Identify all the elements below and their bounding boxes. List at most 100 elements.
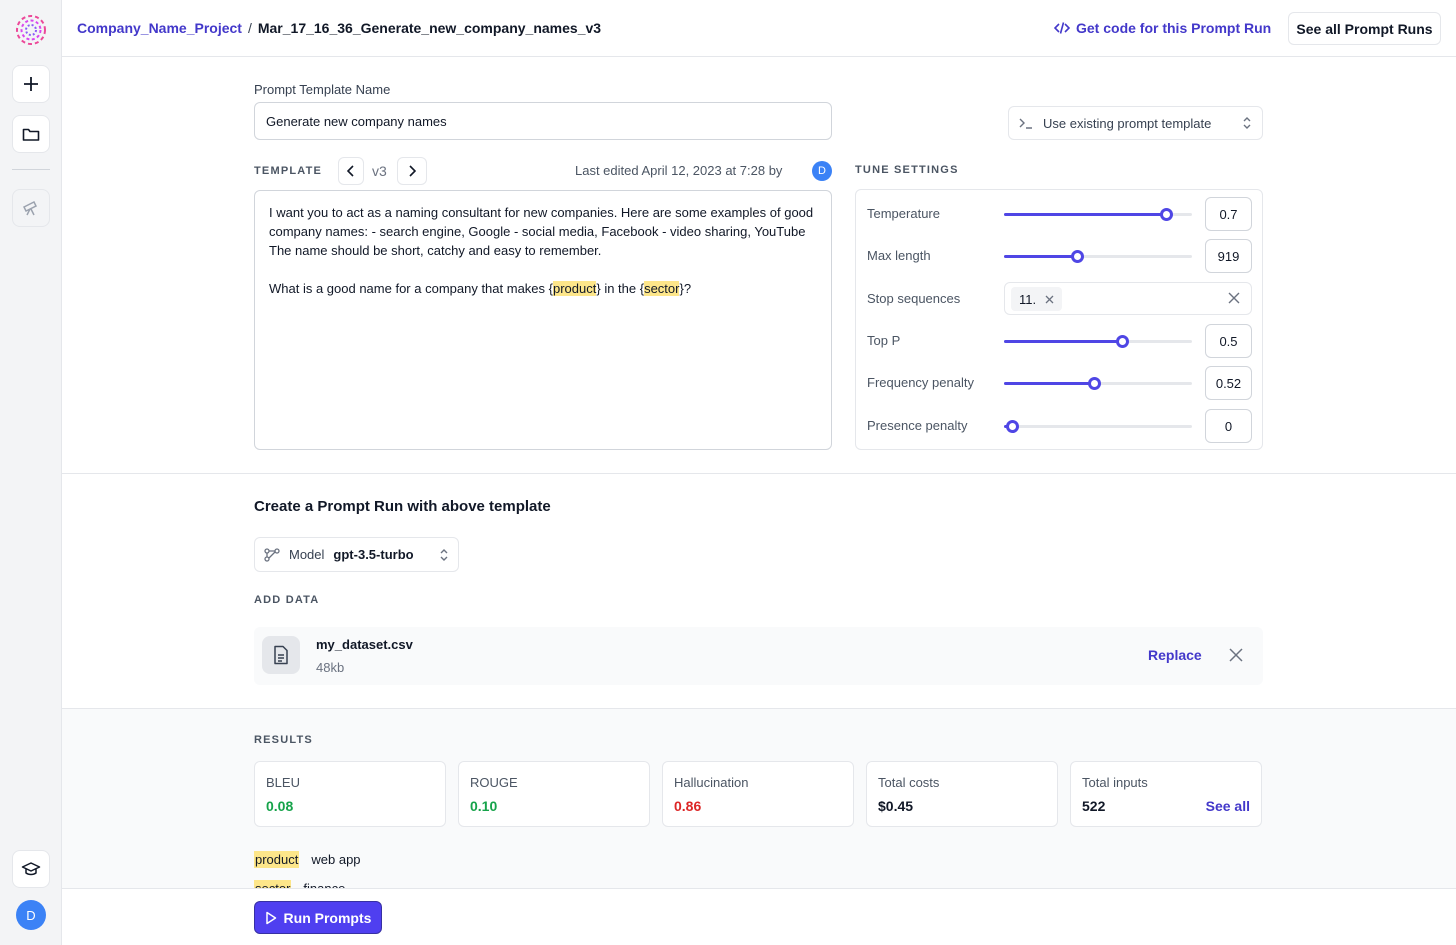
variable-value: web app <box>311 852 361 867</box>
telescope-icon <box>22 200 38 216</box>
file-size: 48kb <box>316 660 345 675</box>
see-all-prompt-runs-button[interactable]: See all Prompt Runs <box>1288 12 1441 45</box>
play-icon <box>265 911 276 924</box>
max-length-label: Max length <box>867 248 931 263</box>
terminal-icon <box>1019 118 1032 129</box>
temperature-row: Temperature 0.7 <box>856 197 1264 231</box>
rouge-value: 0.10 <box>470 798 498 814</box>
breadcrumb: Company_Name_Project / Mar_17_16_36_Gene… <box>77 20 601 36</box>
logo-icon[interactable] <box>14 13 48 47</box>
model-value: gpt-3.5-turbo <box>333 547 414 562</box>
code-icon <box>1054 22 1070 34</box>
template-version: v3 <box>372 163 387 179</box>
footer: Run Prompts <box>62 888 1456 945</box>
slider-thumb[interactable] <box>1005 420 1019 433</box>
frequency-penalty-row: Frequency penalty 0.52 <box>856 366 1264 400</box>
model-icon <box>264 547 280 562</box>
editor-avatar: D <box>812 161 832 181</box>
file-name: my_dataset.csv <box>316 637 413 652</box>
slider-thumb[interactable] <box>1116 335 1130 348</box>
remove-file-icon[interactable] <box>1228 647 1244 663</box>
sidebar-divider <box>12 169 50 170</box>
chevron-up-down-icon <box>440 548 448 561</box>
frequency-penalty-label: Frequency penalty <box>867 375 974 390</box>
template-heading: TEMPLATE <box>254 165 323 177</box>
presence-penalty-row: Presence penalty 0 <box>856 409 1264 443</box>
next-version-button[interactable] <box>397 157 427 185</box>
template-editor[interactable]: I want you to act as a naming consultant… <box>254 190 832 450</box>
presence-penalty-label: Presence penalty <box>867 418 968 433</box>
rouge-card: ROUGE 0.10 <box>458 761 650 827</box>
projects-button[interactable] <box>12 115 50 153</box>
get-code-label: Get code for this Prompt Run <box>1076 20 1272 36</box>
temperature-value-input[interactable]: 0.7 <box>1205 197 1252 231</box>
stop-sequences-row: Stop sequences 11. <box>856 282 1264 316</box>
temperature-label: Temperature <box>867 206 940 221</box>
max-length-row: Max length 919 <box>856 239 1264 273</box>
slider-thumb[interactable] <box>1088 377 1102 390</box>
breadcrumb-run-name: Mar_17_16_36_Generate_new_company_names_… <box>257 20 602 36</box>
top-p-label: Top P <box>867 333 901 348</box>
max-length-value-input[interactable]: 919 <box>1205 239 1252 273</box>
model-select[interactable]: Model gpt-3.5-turbo <box>254 537 459 572</box>
new-button[interactable] <box>12 65 50 103</box>
variable-row: sector finance <box>254 880 345 888</box>
graduation-cap-icon <box>21 862 41 876</box>
explore-button[interactable] <box>12 189 50 227</box>
slider-thumb[interactable] <box>1071 250 1085 263</box>
hallucination-card: Hallucination 0.86 <box>662 761 854 827</box>
presence-penalty-slider[interactable] <box>1004 420 1192 433</box>
model-label: Model <box>289 547 325 562</box>
bleu-card: BLEU 0.08 <box>254 761 446 827</box>
chevron-up-down-icon <box>1243 117 1251 129</box>
stop-sequence-chip: 11. <box>1011 287 1063 311</box>
see-all-inputs-link[interactable]: See all <box>1206 798 1250 814</box>
hallucination-label: Hallucination <box>674 775 749 790</box>
rouge-label: ROUGE <box>470 775 518 790</box>
total-costs-card: Total costs $0.45 <box>866 761 1058 827</box>
sidebar: D <box>0 0 62 945</box>
presence-penalty-value-input[interactable]: 0 <box>1205 409 1252 443</box>
stop-sequences-input[interactable]: 11. <box>1004 282 1252 315</box>
run-prompts-button[interactable]: Run Prompts <box>254 901 382 934</box>
variable-value: finance <box>303 881 345 888</box>
hallucination-value: 0.86 <box>674 798 702 814</box>
learn-button[interactable] <box>12 850 50 888</box>
variable-key: sector <box>254 880 292 888</box>
top-p-row: Top P 0.5 <box>856 324 1264 358</box>
create-run-title: Create a Prompt Run with above template <box>254 498 551 515</box>
results-section: RESULTS BLEU 0.08 ROUGE 0.10 Hallucinati… <box>62 708 1456 888</box>
template-line-2: What is a good name for a company that m… <box>269 281 692 296</box>
chip-remove-icon[interactable] <box>1045 295 1054 304</box>
top-p-value-input[interactable]: 0.5 <box>1205 324 1252 358</box>
variable-row: product web app <box>254 851 361 868</box>
frequency-penalty-value-input[interactable]: 0.52 <box>1205 366 1252 400</box>
use-existing-template-select[interactable]: Use existing prompt template <box>1008 106 1263 140</box>
top-p-slider[interactable] <box>1004 335 1192 348</box>
slider-thumb[interactable] <box>1159 208 1173 221</box>
max-length-slider[interactable] <box>1004 250 1192 263</box>
header: Company_Name_Project / Mar_17_16_36_Gene… <box>62 0 1456 57</box>
dataset-file-row: my_dataset.csv 48kb Replace <box>254 627 1263 685</box>
previous-version-button[interactable] <box>338 157 364 185</box>
template-name-input[interactable]: Generate new company names <box>254 102 832 140</box>
template-variable-sector: sector <box>644 281 680 296</box>
use-existing-label: Use existing prompt template <box>1043 115 1212 131</box>
last-edited-text: Last edited April 12, 2023 at 7:28 by <box>575 163 783 178</box>
chevron-right-icon <box>409 165 416 177</box>
total-inputs-value: 522 <box>1082 798 1106 814</box>
total-inputs-card: Total inputs 522 See all <box>1070 761 1262 827</box>
tune-settings-heading: TUNE SETTINGS <box>855 164 959 176</box>
stop-sequence-chip-label: 11. <box>1019 291 1037 307</box>
template-variable-product: product <box>552 281 597 296</box>
clear-stop-sequences-icon[interactable] <box>1227 291 1241 305</box>
section-divider <box>62 473 1456 474</box>
breadcrumb-project-link[interactable]: Company_Name_Project <box>77 20 242 36</box>
user-avatar[interactable]: D <box>16 900 46 930</box>
template-line-1: I want you to act as a naming consultant… <box>269 205 814 258</box>
temperature-slider[interactable] <box>1004 208 1192 221</box>
get-code-link[interactable]: Get code for this Prompt Run <box>1054 20 1271 36</box>
bleu-label: BLEU <box>266 775 300 790</box>
replace-file-button[interactable]: Replace <box>1148 647 1202 663</box>
frequency-penalty-slider[interactable] <box>1004 377 1192 390</box>
